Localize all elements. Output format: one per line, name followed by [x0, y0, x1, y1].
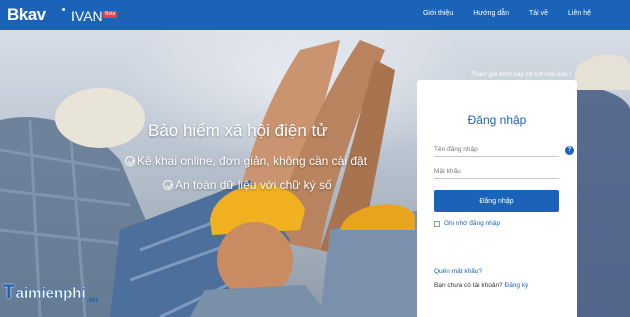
nav-item-gioi-thieu[interactable]: Giới thiệu [423, 10, 453, 17]
watermark-suffix: .vn [86, 295, 99, 304]
top-navbar: Bkav IVAN Beta Giới thiệu Hướng dẫn Tải … [0, 0, 630, 30]
password-input[interactable] [434, 165, 559, 179]
remember-checkbox[interactable] [434, 220, 440, 227]
login-panel: Đăng nhập ? Đăng nhập Ghi nhớ đăng nhập … [417, 80, 577, 317]
main-nav: Giới thiệu Hướng dẫn Tải về Liên hệ [403, 10, 591, 17]
nav-item-tai-ve[interactable]: Tải về [529, 10, 548, 17]
register-link[interactable]: Đăng ký [505, 282, 529, 289]
check-circle-icon [163, 180, 173, 190]
bkav-logo[interactable]: Bkav [7, 5, 46, 25]
product-name: IVAN [71, 8, 103, 24]
login-button[interactable]: Đăng nhập [434, 190, 559, 212]
logo-separator-dot [62, 8, 65, 11]
hero-point-text: An toàn dữ liệu với chữ ký số [175, 178, 332, 192]
watermark-t: T [3, 282, 15, 303]
watermark-text: aimienphi [15, 285, 86, 302]
taimienphi-watermark: T aimienphi .vn [3, 282, 98, 304]
no-account-row: Bạn chưa có tài khoản? Đăng ký [434, 282, 528, 289]
hero-point-online: Kê khai online, đơn giản, không cần cài … [125, 154, 367, 168]
forgot-password-link[interactable]: Quên mật khẩu? [434, 268, 482, 275]
no-account-text: Bạn chưa có tài khoản? [434, 282, 503, 289]
beta-badge: Beta [103, 11, 118, 18]
remember-me[interactable]: Ghi nhớ đăng nhập [434, 220, 500, 227]
username-input[interactable] [434, 143, 559, 157]
nav-item-lien-he[interactable]: Liên hệ [568, 10, 591, 17]
login-title: Đăng nhập [467, 113, 527, 127]
nav-item-huong-dan[interactable]: Hướng dẫn [473, 10, 509, 17]
check-circle-icon [125, 156, 135, 166]
help-icon[interactable]: ? [565, 146, 574, 155]
hero-point-security: An toàn dữ liệu với chữ ký số [163, 178, 332, 192]
hero-point-text: Kê khai online, đơn giản, không cần cài … [137, 154, 368, 168]
remember-label: Ghi nhớ đăng nhập [444, 220, 500, 227]
hero-tagline: Tham gia hôm nay lợi ích mai sau ! [470, 71, 572, 78]
hero-title: Bảo hiểm xã hội điện tử [148, 121, 328, 140]
